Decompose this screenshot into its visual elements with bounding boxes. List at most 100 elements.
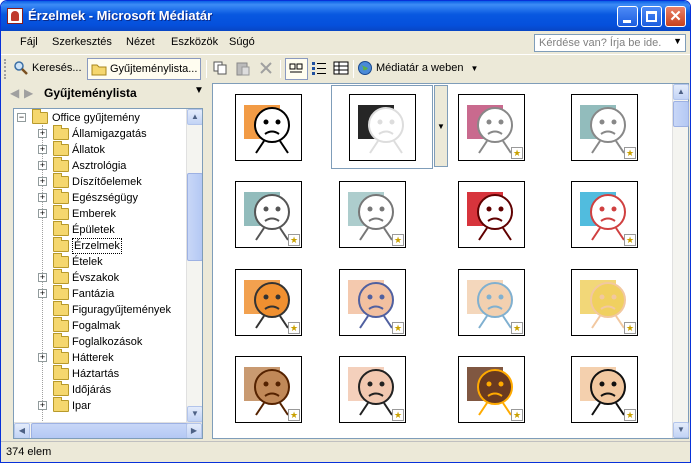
scrollbar-thumb[interactable] — [187, 173, 202, 261]
cupid-clip[interactable]: ★ — [458, 94, 525, 161]
animated-star-icon: ★ — [288, 409, 300, 421]
menu-edit[interactable]: Szerkesztés — [52, 36, 112, 48]
frowning-man-clip[interactable]: ★ — [571, 356, 638, 423]
folder-icon — [53, 205, 69, 220]
delete-icon — [258, 60, 274, 76]
tree-vertical-scrollbar[interactable]: ▲ ▼ — [186, 109, 202, 422]
blonde-woman-clip[interactable]: ★ — [571, 269, 638, 336]
delete-button[interactable] — [258, 58, 277, 80]
stressed-desk-clip[interactable]: ★ — [235, 269, 302, 336]
expand-toggle-icon[interactable]: + — [38, 177, 47, 186]
clip-gallery: ▼ ★ ★ ★ ★ ★ ★ ★ ★ ★ ★ ★ ★ ★ ▲ ▼ — [212, 83, 689, 439]
expand-toggle-icon[interactable]: + — [38, 289, 47, 298]
expand-toggle-icon[interactable]: + — [38, 161, 47, 170]
collection-list-label: Gyűjteménylista... — [110, 63, 198, 75]
expand-toggle-icon[interactable]: + — [38, 353, 47, 362]
menu-bar: Fájl Szerkesztés Nézet Eszközök Súgó Kér… — [1, 32, 690, 54]
scroll-up-button[interactable]: ▲ — [673, 84, 689, 100]
car-crash-clip[interactable]: ★ — [571, 181, 638, 248]
expand-toggle-icon[interactable]: + — [38, 129, 47, 138]
scrollbar-thumb[interactable] — [673, 101, 689, 127]
minimize-icon — [623, 20, 631, 23]
details-view-button[interactable] — [333, 58, 352, 80]
minimize-button[interactable] — [617, 6, 638, 27]
collection-list-button[interactable]: Gyűjteménylista... — [87, 58, 202, 80]
menu-tools[interactable]: Eszközök — [171, 36, 218, 48]
scroll-left-button[interactable]: ◀ — [14, 423, 30, 438]
tree-item-label: Ipar — [72, 400, 91, 412]
title-bar[interactable]: Érzelmek - Microsoft Médiatár ✕ — [1, 1, 690, 31]
menu-file[interactable]: Fájl — [20, 36, 38, 48]
globe-icon — [357, 60, 373, 76]
expand-toggle-icon[interactable]: + — [38, 273, 47, 282]
paste-icon — [235, 60, 251, 76]
bald-face-clip[interactable]: ★ — [339, 269, 406, 336]
details-icon — [333, 60, 349, 76]
expand-toggle-icon[interactable]: + — [38, 401, 47, 410]
pane-dropdown-icon[interactable]: ▼ — [194, 85, 204, 96]
toolbar: Keresés... Gyűjteménylista... Médiatár a… — [1, 54, 690, 82]
expand-toggle-icon[interactable]: + — [38, 145, 47, 154]
teal-sketch-scene-clip[interactable]: ★ — [339, 181, 406, 248]
tree-item-label: Figuragyűjtemények — [72, 304, 172, 316]
scared-ball-clip[interactable] — [235, 94, 302, 161]
folder-icon — [53, 125, 69, 140]
sick-old-man-clip[interactable]: ★ — [458, 269, 525, 336]
scroll-down-button[interactable]: ▼ — [673, 422, 689, 438]
hair-standing-clip[interactable]: ★ — [339, 356, 406, 423]
chevron-down-icon[interactable]: ▼ — [673, 36, 682, 46]
menu-help[interactable]: Súgó — [229, 36, 255, 48]
toolbar-separator — [280, 60, 281, 78]
back-arrow-icon[interactable]: ◀ — [10, 86, 19, 100]
folder-icon — [53, 157, 69, 172]
maximize-button[interactable] — [641, 6, 662, 27]
thumbnails-view-button[interactable] — [285, 58, 308, 80]
tree-horizontal-scrollbar[interactable]: ◀ ▶ — [14, 422, 202, 438]
toolbar-grip[interactable] — [4, 59, 7, 79]
clip-thumbnail — [358, 105, 404, 154]
folder-icon — [32, 109, 48, 124]
thumbnails-icon — [288, 61, 304, 77]
copy-button[interactable] — [212, 58, 231, 80]
tree-item-label: Fantázia — [72, 288, 115, 300]
tree-item-label: Díszítőelemek — [72, 176, 142, 188]
ask-question-input[interactable]: Kérdése van? Írja be ide. ▼ — [534, 34, 686, 52]
animated-star-icon: ★ — [624, 234, 636, 246]
scroll-up-button[interactable]: ▲ — [187, 109, 202, 125]
paste-button[interactable] — [235, 58, 254, 80]
gray-figures-clip[interactable]: ★ — [571, 94, 638, 161]
folder-icon — [53, 253, 69, 268]
teal-sketch-man-clip[interactable]: ★ — [235, 181, 302, 248]
clip-menu-chevron-icon[interactable]: ▼ — [434, 85, 448, 167]
folder-icon — [53, 141, 69, 156]
collapse-toggle-icon[interactable]: − — [17, 113, 26, 122]
clip-organizer-icon — [7, 8, 23, 24]
worried-man-clip[interactable]: ★ — [235, 356, 302, 423]
tree-item-label: Államigazgatás — [72, 128, 147, 140]
scroll-right-button[interactable]: ▶ — [186, 423, 202, 438]
ask-question-placeholder: Kérdése van? Írja be ide. — [539, 37, 662, 49]
item-count: 374 elem — [6, 446, 52, 458]
folder-icon — [53, 269, 69, 284]
animated-star-icon: ★ — [392, 409, 404, 421]
folder-icon — [53, 381, 69, 396]
expand-toggle-icon[interactable]: + — [38, 209, 47, 218]
gallery-vertical-scrollbar[interactable]: ▲ ▼ — [672, 84, 689, 438]
list-view-button[interactable] — [311, 58, 330, 80]
forward-arrow-icon[interactable]: ▶ — [24, 86, 33, 100]
silhouette-arms-up-clip[interactable] — [349, 94, 416, 161]
animated-star-icon: ★ — [624, 409, 636, 421]
tree-item-label: Fogalmak — [72, 320, 121, 332]
scrollbar-thumb[interactable] — [31, 423, 191, 438]
folder-icon — [53, 365, 69, 380]
red-heart-clip[interactable] — [458, 181, 525, 248]
clips-online-button[interactable]: Médiatár a weben ▼ — [357, 58, 478, 80]
tree-item-label: Érzelmek — [72, 238, 122, 254]
menu-view[interactable]: Nézet — [126, 36, 155, 48]
expand-toggle-icon[interactable]: + — [38, 193, 47, 202]
sad-dark-man-clip[interactable]: ★ — [458, 356, 525, 423]
scroll-down-button[interactable]: ▼ — [187, 406, 202, 422]
search-button[interactable]: Keresés... — [13, 58, 82, 80]
close-button[interactable]: ✕ — [665, 6, 686, 27]
chevron-down-icon[interactable]: ▼ — [471, 64, 479, 73]
